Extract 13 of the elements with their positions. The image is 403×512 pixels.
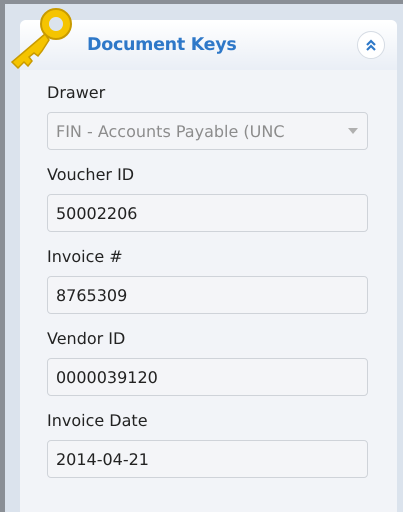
field-label: Invoice # — [47, 246, 124, 268]
panel-title: Document Keys — [87, 35, 238, 55]
input-field[interactable]: 50002206 — [47, 194, 368, 232]
field-label: Vendor ID — [47, 328, 126, 350]
field-label: Drawer — [47, 82, 106, 104]
caret-icon — [347, 127, 359, 135]
collapse-button[interactable] — [357, 31, 385, 59]
double-chevron-icon — [364, 38, 378, 52]
input-field[interactable]: 8765309 — [47, 276, 368, 314]
input-field[interactable]: 0000039120 — [47, 358, 368, 396]
field-label: Invoice Date — [47, 410, 149, 432]
input-field[interactable]: 2014-04-21 — [47, 440, 368, 478]
field-label: Voucher ID — [47, 164, 136, 186]
